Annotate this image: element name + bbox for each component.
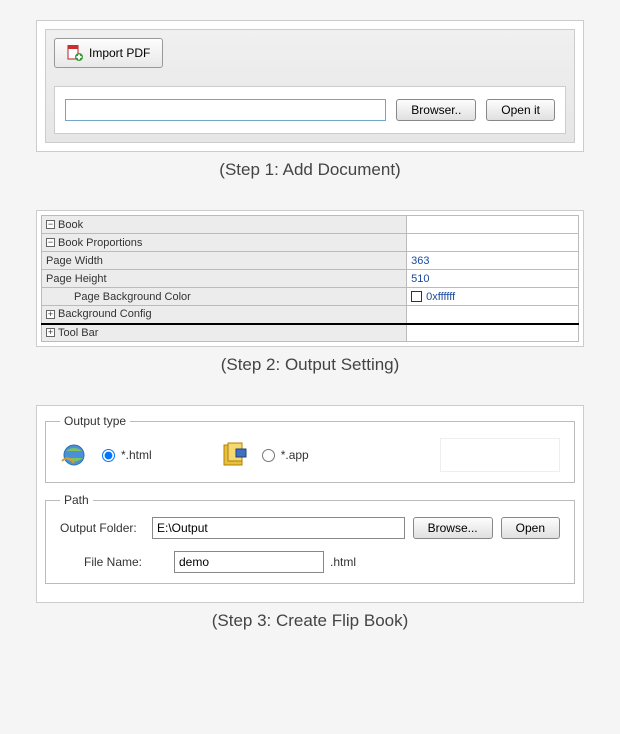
- step3-caption: (Step 3: Create Flip Book): [36, 611, 584, 631]
- tree-row-bg-config[interactable]: +Background Config: [42, 306, 579, 324]
- tree-row-bg-color[interactable]: Page Background Color 0xffffff: [42, 288, 579, 306]
- step1-panel: Import PDF Browser.. Open it: [36, 20, 584, 152]
- path-fieldset: Path Output Folder: Browse... Open File …: [45, 493, 575, 584]
- expand-icon[interactable]: +: [46, 310, 55, 319]
- html-radio[interactable]: [102, 449, 115, 462]
- color-swatch-icon: [411, 291, 422, 302]
- output-folder-row: Output Folder: Browse... Open: [60, 517, 560, 539]
- step1-toolbar: Import PDF Browser.. Open it: [45, 29, 575, 143]
- page-width-value[interactable]: 363: [407, 252, 579, 270]
- tree-row-page-height[interactable]: Page Height 510: [42, 270, 579, 288]
- output-type-html-option[interactable]: *.html: [102, 448, 152, 462]
- step2-caption: (Step 2: Output Setting): [36, 355, 584, 375]
- tree-row-page-width[interactable]: Page Width 363: [42, 252, 579, 270]
- output-folder-input[interactable]: [152, 517, 405, 539]
- path-legend: Path: [60, 493, 93, 507]
- app-radio[interactable]: [262, 449, 275, 462]
- expand-icon[interactable]: +: [46, 328, 55, 337]
- output-folder-label: Output Folder:: [60, 521, 144, 535]
- tree-row-proportions[interactable]: −Book Proportions: [42, 234, 579, 252]
- step3-panel: Output type *.html: [36, 405, 584, 603]
- browse-button[interactable]: Browse...: [413, 517, 493, 539]
- preview-placeholder: [440, 438, 560, 472]
- import-pdf-button[interactable]: Import PDF: [54, 38, 163, 68]
- step1-path-row: Browser.. Open it: [54, 86, 566, 134]
- step2-panel: −Book −Book Proportions Page Width 363 P…: [36, 210, 584, 347]
- step1-path-input[interactable]: [65, 99, 386, 121]
- file-name-input[interactable]: [174, 551, 324, 573]
- import-pdf-label: Import PDF: [89, 46, 150, 60]
- step1-caption: (Step 1: Add Document): [36, 160, 584, 180]
- output-type-app-option[interactable]: *.app: [262, 448, 309, 462]
- file-name-label: File Name:: [84, 555, 168, 569]
- open-it-button[interactable]: Open it: [486, 99, 555, 121]
- output-type-fieldset: Output type *.html: [45, 414, 575, 483]
- tree-row-toolbar[interactable]: +Tool Bar: [42, 324, 579, 342]
- tree-row-book[interactable]: −Book: [42, 216, 579, 234]
- page-height-value[interactable]: 510: [407, 270, 579, 288]
- bg-color-value[interactable]: 0xffffff: [407, 288, 579, 306]
- collapse-icon[interactable]: −: [46, 238, 55, 247]
- file-name-row: File Name: .html: [60, 551, 560, 573]
- html-globe-icon: [60, 441, 88, 469]
- settings-tree: −Book −Book Proportions Page Width 363 P…: [41, 215, 579, 342]
- app-package-icon: [220, 441, 248, 469]
- file-ext-label: .html: [330, 555, 356, 569]
- open-button[interactable]: Open: [501, 517, 560, 539]
- pdf-plus-icon: [67, 45, 83, 61]
- output-type-legend: Output type: [60, 414, 130, 428]
- browser-button[interactable]: Browser..: [396, 99, 476, 121]
- collapse-icon[interactable]: −: [46, 220, 55, 229]
